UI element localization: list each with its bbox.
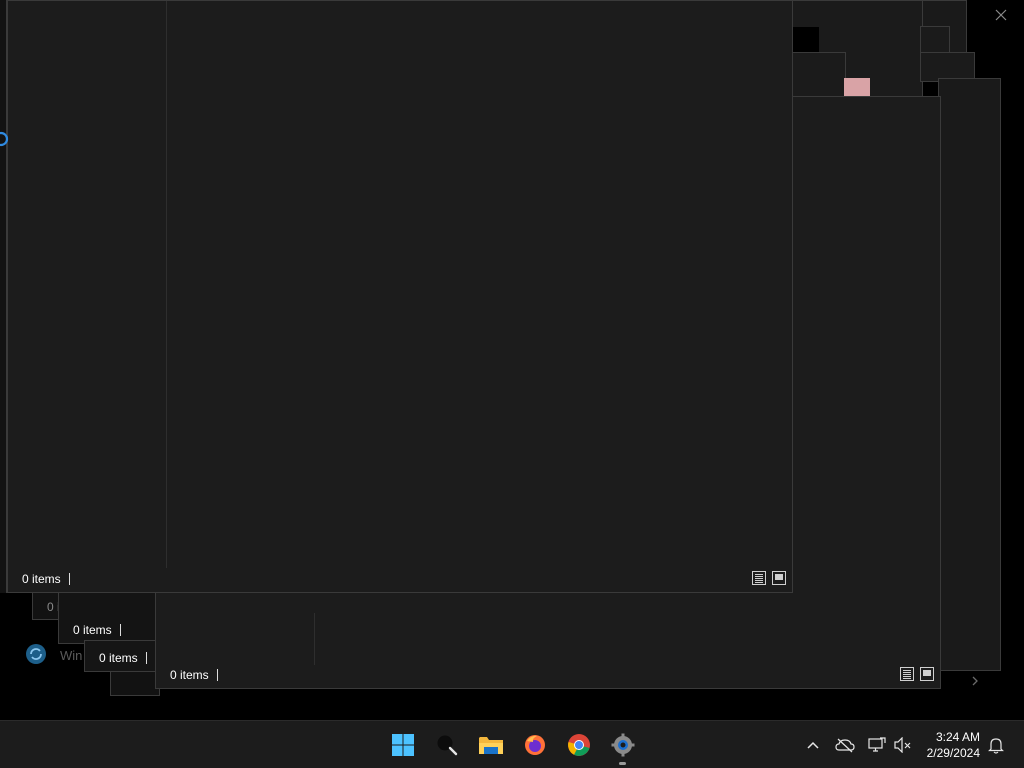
close-icon[interactable] <box>994 8 1008 22</box>
status-count: 0 items <box>99 651 138 665</box>
folder-icon[interactable] <box>477 731 505 759</box>
explorer-window-stack-5[interactable] <box>110 668 160 696</box>
status-divider <box>119 624 121 636</box>
loading-ring-icon <box>0 131 9 147</box>
firefox-icon[interactable] <box>521 731 549 759</box>
status-count: 0 items <box>73 623 112 637</box>
details-view-icon[interactable] <box>752 571 766 585</box>
sync-icon[interactable] <box>25 643 47 665</box>
gear-icon[interactable] <box>609 731 637 759</box>
windows-logo-icon[interactable] <box>389 731 417 759</box>
notification-bell-icon[interactable] <box>986 735 1006 755</box>
explorer-window-stack-2[interactable]: 0 items <box>84 640 164 672</box>
left-window-edge <box>0 0 7 593</box>
chrome-icon[interactable] <box>565 731 593 759</box>
search-icon[interactable] <box>433 731 461 759</box>
large-icons-view-icon[interactable] <box>920 667 934 681</box>
clock-time: 3:24 AM <box>935 730 980 744</box>
large-icons-view-icon[interactable] <box>772 571 786 585</box>
navigation-pane-divider <box>314 613 315 665</box>
status-bar: 0 items <box>8 566 792 592</box>
desktop: Win 0 i 0 items 0 items 0 items 0 items <box>0 0 1024 720</box>
explorer-window-stack-3[interactable]: 0 items <box>58 590 158 644</box>
status-divider <box>68 573 70 585</box>
status-divider <box>145 652 147 664</box>
navigation-pane-divider <box>166 1 167 568</box>
pink-thumbnail <box>844 78 870 96</box>
cloud-offline-icon[interactable] <box>835 735 855 755</box>
chevron-up-icon[interactable] <box>803 735 823 755</box>
explorer-window-front[interactable]: 0 items <box>7 0 793 593</box>
black-thumbnail <box>793 27 819 53</box>
status-divider <box>216 669 218 681</box>
active-app-indicator <box>619 762 626 765</box>
chevron-right-icon[interactable] <box>968 674 982 688</box>
taskbar: 3:24 AM 2/29/2024 <box>0 720 1024 768</box>
details-view-icon[interactable] <box>900 667 914 681</box>
background-item-label: Win <box>60 648 83 663</box>
status-count: 0 items <box>170 668 209 682</box>
explorer-window-right[interactable] <box>792 52 846 102</box>
clock[interactable]: 3:24 AM 2/29/2024 <box>927 729 980 761</box>
volume-muted-icon[interactable] <box>893 735 913 755</box>
network-icon[interactable] <box>867 735 887 755</box>
status-bar: 0 items <box>156 662 940 688</box>
clock-date: 2/29/2024 <box>926 746 980 760</box>
status-count: 0 items <box>22 572 61 586</box>
explorer-window-far-right[interactable] <box>938 78 1001 671</box>
